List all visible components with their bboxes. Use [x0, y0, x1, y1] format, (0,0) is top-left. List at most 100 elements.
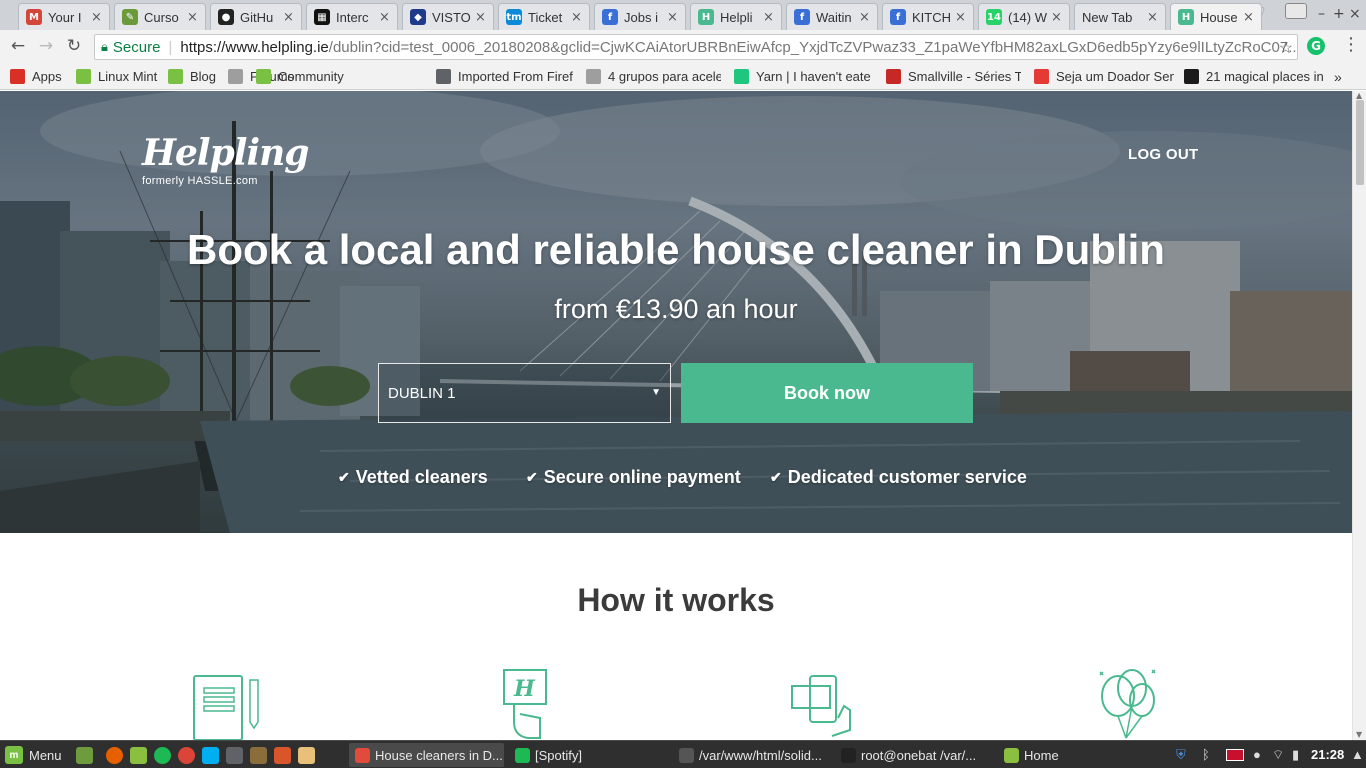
bluetooth-icon[interactable]: ᛒ [1202, 747, 1210, 762]
bookmark-item[interactable]: Imported From Firef [436, 68, 576, 85]
skype-icon[interactable] [202, 747, 219, 764]
close-tab-icon[interactable]: × [283, 10, 295, 25]
book-now-button[interactable]: Book now [681, 363, 973, 423]
close-tab-icon[interactable]: × [763, 10, 775, 25]
spotify-launcher-icon[interactable] [154, 747, 171, 764]
browser-tab[interactable]: M Your I × [18, 3, 110, 30]
close-tab-icon[interactable]: × [955, 10, 967, 25]
maximize-icon[interactable]: + [1333, 6, 1345, 22]
close-tab-icon[interactable]: × [1243, 10, 1255, 25]
close-tab-icon[interactable]: × [859, 10, 871, 25]
browser-tab[interactable]: ● GitHu × [210, 3, 302, 30]
close-tab-icon[interactable]: × [1051, 10, 1063, 25]
area-select[interactable]: DUBLIN 1 ▼ [378, 363, 671, 423]
close-tab-icon[interactable]: × [667, 10, 679, 25]
bookmark-item[interactable]: Seja um Doador Sen [1034, 68, 1174, 85]
files-icon[interactable] [130, 747, 147, 764]
bookmark-item[interactable]: Community [256, 68, 416, 85]
start-menu-button[interactable]: m Menu [5, 746, 62, 764]
close-tab-icon[interactable]: × [91, 10, 103, 25]
bookmark-item[interactable]: Smallville - Séries To [886, 68, 1021, 85]
scrollbar-thumb[interactable] [1356, 100, 1364, 185]
logo-subtitle: formerly HASSLE.com [142, 175, 258, 187]
browser-tab[interactable]: H House × [1170, 3, 1262, 30]
start-menu-label: Menu [29, 747, 62, 763]
notes-icon[interactable] [298, 747, 315, 764]
reload-icon[interactable]: ↻ [64, 36, 84, 56]
back-icon[interactable]: ← [8, 36, 28, 56]
bookmark-item[interactable]: Blog [168, 68, 223, 85]
github-icon: ● [218, 9, 234, 25]
card-payment-icon [791, 675, 851, 737]
taskbar-window-button[interactable]: Home [998, 743, 1158, 767]
profile-icon[interactable] [1285, 3, 1307, 19]
bookmark-label: 21 magical places in [1206, 69, 1324, 84]
close-tab-icon[interactable]: × [1147, 10, 1159, 25]
bookmark-star-icon[interactable]: ☆ [1279, 38, 1293, 58]
usp-label: Vetted cleaners [355, 467, 488, 487]
taskbar-window-label: root@onebat /var/... [861, 747, 977, 763]
user-icon[interactable]: ● [1253, 747, 1261, 762]
browser-tab[interactable]: 14 (14) W × [978, 3, 1070, 30]
bookmark-item[interactable]: Linux Mint [76, 68, 161, 85]
forward-icon[interactable]: → [36, 36, 56, 56]
taskbar-window-label: House cleaners in D... [375, 747, 503, 763]
grammarly-extension-icon[interactable]: G [1307, 37, 1325, 55]
browser-tab[interactable]: H Helpli × [690, 3, 782, 30]
logout-link[interactable]: LOG OUT [1128, 146, 1198, 163]
taskbar-window-label: /var/www/html/solid... [699, 747, 822, 763]
taskbar-window-button[interactable]: House cleaners in D... [349, 743, 504, 767]
flag-icon: ◆ [410, 9, 426, 25]
taskbar-window-button[interactable]: /var/www/html/solid... [673, 743, 830, 767]
bookmark-item[interactable]: 21 magical places in [1184, 68, 1324, 85]
leaf-icon: ✎ [122, 9, 138, 25]
scroll-up-icon[interactable]: ▲ [1356, 91, 1362, 100]
sublime-icon[interactable] [274, 747, 291, 764]
url-host: https://www.helpling.ie [180, 38, 329, 56]
job-icon: f [890, 9, 906, 25]
taskbar-window-button[interactable]: [Spotify] [509, 743, 667, 767]
checkmark-icon: ✔ [338, 469, 350, 485]
chrome-launcher-icon[interactable] [178, 747, 195, 764]
bookmarks-overflow-icon[interactable]: » [1334, 68, 1342, 85]
taskbar-window-button[interactable]: root@onebat /var/... [835, 743, 993, 767]
checkmark-icon: ✔ [526, 469, 538, 485]
close-tab-icon[interactable]: × [571, 10, 583, 25]
browser-tab[interactable]: f Jobs i × [594, 3, 686, 30]
browser-tab[interactable]: ▦ Interc × [306, 3, 398, 30]
usp-label: Secure online payment [543, 467, 741, 487]
browser-tab[interactable]: f Waitin × [786, 3, 878, 30]
scroll-down-icon[interactable]: ▼ [1356, 730, 1362, 739]
bookmark-label: Blog [190, 69, 217, 84]
terminal-icon [841, 747, 856, 763]
browser-tab[interactable]: f KITCH × [882, 3, 974, 30]
wifi-icon[interactable]: ⌔ [1272, 747, 1284, 763]
bookmark-item[interactable]: 4 grupos para acele [586, 68, 721, 85]
bookmark-item[interactable]: Yarn | I haven't eate [734, 68, 874, 85]
close-tab-icon[interactable]: × [379, 10, 391, 25]
calculator-icon[interactable] [226, 747, 243, 764]
firefox-icon[interactable] [106, 747, 123, 764]
tab-title: GitHu [240, 9, 274, 25]
browser-tab[interactable]: tm Ticket × [498, 3, 590, 30]
keyboard-layout-flag-icon[interactable] [1226, 749, 1244, 761]
close-tab-icon[interactable]: × [187, 10, 199, 25]
area-select-value: DUBLIN 1 [388, 384, 456, 402]
spotify-icon [515, 747, 530, 763]
browser-tab[interactable]: New Tab × [1074, 3, 1166, 30]
app-launcher-icon[interactable] [250, 747, 267, 764]
minimize-icon[interactable]: – [1318, 6, 1325, 22]
show-desktop-icon[interactable] [76, 747, 93, 764]
shield-icon[interactable]: ⛨ [1176, 747, 1186, 763]
browser-tab[interactable]: ◆ VISTO × [402, 3, 494, 30]
page-scrollbar[interactable]: ▲ ▼ [1352, 91, 1366, 740]
browser-menu-icon[interactable]: ⋮ [1342, 34, 1360, 55]
bookmark-item[interactable]: Apps [10, 68, 70, 85]
battery-icon[interactable]: ▮ [1292, 747, 1299, 763]
address-bar[interactable]: 🔒︎ Secure | https://www.helpling.ie /dub… [94, 34, 1298, 60]
browser-tab[interactable]: ✎ Curso × [114, 3, 206, 30]
close-tab-icon[interactable]: × [475, 10, 487, 25]
close-window-icon[interactable]: × [1349, 6, 1361, 22]
helpling-logo[interactable]: Helpling formerly HASSLE.com [142, 133, 309, 187]
notifications-icon[interactable]: ▲ [1351, 747, 1364, 762]
